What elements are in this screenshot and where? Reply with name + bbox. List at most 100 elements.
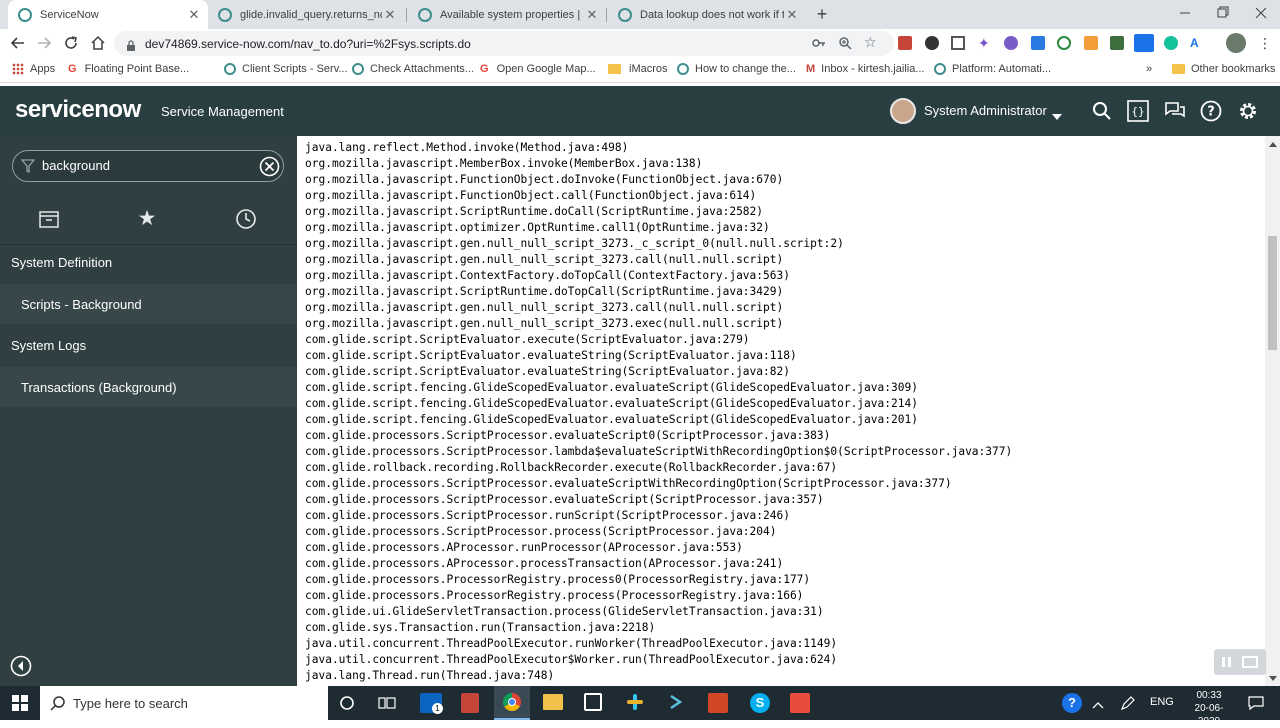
chrome-icon (503, 693, 521, 711)
chrome-taskbar-button[interactable] (494, 686, 530, 720)
store-icon[interactable] (584, 693, 602, 711)
extension-icon[interactable] (1057, 36, 1071, 50)
slack-icon[interactable] (626, 693, 644, 711)
bookmark-item[interactable]: Platform: Automati... (934, 63, 1051, 75)
powershell-icon[interactable] (668, 693, 686, 711)
help-icon[interactable]: ? (1200, 100, 1222, 122)
key-icon[interactable] (812, 36, 826, 50)
zoom-icon[interactable] (838, 36, 852, 50)
new-extension-icon[interactable] (1134, 34, 1154, 52)
script-output-frame: java.lang.reflect.Method.invoke(Method.j… (297, 136, 1280, 686)
file-explorer-icon[interactable] (543, 694, 563, 710)
browser-tab-data-lookup[interactable]: Data lookup does not work if the ✕ (608, 0, 806, 29)
reload-icon[interactable] (63, 35, 79, 51)
bookmark-item[interactable]: G Floating Point Base... (68, 63, 189, 75)
bookmark-item[interactable]: Client Scripts - Serv... (224, 63, 348, 75)
extension-icon[interactable] (1110, 36, 1124, 50)
nav-section-system-logs[interactable]: System Logs (0, 329, 297, 363)
user-menu[interactable]: System Administrator (924, 103, 1047, 118)
collapse-navigator-icon[interactable] (10, 655, 32, 677)
notifications-icon[interactable] (1248, 695, 1264, 711)
taskbar-search-box[interactable]: Type here to search (40, 686, 328, 720)
script-debugger-icon[interactable]: {} (1127, 100, 1149, 122)
extension-icon[interactable] (951, 36, 965, 50)
history-clock-icon[interactable] (235, 208, 257, 230)
browser-tab-system-properties[interactable]: Available system properties | Ser ✕ (408, 0, 606, 29)
bookmarks-overflow-button[interactable]: » (1146, 63, 1152, 75)
caret-down-icon[interactable] (1052, 107, 1062, 120)
lock-icon[interactable] (126, 38, 136, 51)
vertical-scrollbar[interactable] (1265, 136, 1280, 686)
extension-icon[interactable] (1031, 36, 1045, 50)
browser-tab-servicenow[interactable]: ServiceNow ✕ (8, 0, 208, 29)
log-line: com.glide.processors.ProcessorRegistry.p… (305, 573, 811, 586)
language-indicator[interactable]: ENG (1150, 696, 1174, 708)
windows-start-icon[interactable] (12, 695, 28, 711)
search-icon[interactable] (1092, 101, 1112, 121)
clear-filter-icon[interactable] (259, 156, 280, 177)
pen-icon[interactable] (1120, 695, 1136, 711)
back-arrow-icon[interactable] (10, 35, 26, 51)
close-icon[interactable]: ✕ (584, 7, 600, 23)
home-icon[interactable] (90, 35, 106, 51)
avatar[interactable] (890, 98, 916, 124)
favorites-star-icon[interactable]: ★ (136, 208, 158, 230)
url-text[interactable]: dev74869.service-now.com/nav_to.do?uri=%… (145, 37, 471, 51)
close-icon[interactable]: ✕ (784, 7, 800, 23)
bookmark-item[interactable]: iMacros (608, 63, 668, 75)
scrollbar-thumb[interactable] (1268, 236, 1277, 350)
kebab-menu-icon[interactable]: ⋮ (1258, 35, 1272, 51)
grammarly-icon[interactable] (1164, 36, 1178, 50)
bookmark-label: iMacros (629, 63, 668, 75)
nav-item-transactions-background[interactable]: Transactions (Background) (0, 367, 297, 407)
close-icon[interactable]: ✕ (382, 7, 398, 23)
nav-item-scripts-background[interactable]: Scripts - Background (0, 284, 297, 324)
other-bookmarks[interactable]: Other bookmarks (1172, 63, 1275, 75)
bookmark-item[interactable]: Check Attachments... (352, 63, 474, 75)
snagit-icon[interactable] (790, 693, 810, 713)
new-tab-button[interactable]: + (812, 4, 832, 24)
pdf-extension-icon[interactable] (898, 36, 912, 50)
window-close-icon[interactable] (1252, 4, 1270, 22)
scroll-up-arrow-icon[interactable] (1269, 142, 1277, 147)
bookmark-item[interactable]: How to change the... (677, 63, 796, 75)
outlook-icon[interactable]: 1 (420, 693, 443, 714)
tab-title: ServiceNow (40, 8, 99, 21)
minimize-icon[interactable] (1176, 4, 1194, 22)
task-view-icon[interactable] (378, 695, 396, 711)
connect-chat-icon[interactable] (1164, 101, 1186, 121)
profile-avatar[interactable] (1226, 33, 1246, 53)
bookmark-item[interactable]: G Open Google Map... (480, 63, 596, 75)
extension-icon[interactable] (1084, 36, 1098, 50)
all-applications-icon[interactable] (38, 208, 60, 230)
log-line: com.glide.processors.ScriptProcessor.eva… (305, 493, 824, 506)
browser-tab-invalid-query[interactable]: glide.invalid_query.returns_no_ro ✕ (208, 0, 404, 29)
nav-section-system-definition[interactable]: System Definition (0, 246, 297, 280)
extension-icon[interactable] (925, 36, 939, 50)
navigator-filter[interactable]: background (12, 150, 284, 182)
taskbar-clock[interactable]: 00:33 20-06-2020 (1184, 689, 1234, 728)
chevron-up-icon[interactable] (1092, 697, 1104, 709)
bookmark-label: Client Scripts - Serv... (242, 63, 348, 75)
scroll-down-arrow-icon[interactable] (1269, 676, 1277, 681)
powerpoint-icon[interactable] (708, 693, 728, 713)
bookmark-apps[interactable]: Apps (12, 63, 55, 75)
star-bookmark-icon[interactable]: ☆ (864, 35, 879, 50)
gear-icon[interactable] (1237, 100, 1259, 122)
forward-arrow-icon[interactable] (36, 35, 52, 51)
restore-icon[interactable] (1213, 4, 1231, 22)
extension-icon[interactable]: A (1190, 36, 1204, 50)
close-icon[interactable]: ✕ (186, 7, 202, 23)
extension-icon[interactable] (1004, 36, 1018, 50)
skype-icon[interactable]: S (750, 693, 770, 713)
acrobat-icon[interactable] (461, 693, 479, 713)
video-overlay-controls[interactable] (1214, 649, 1266, 675)
servicenow-logo[interactable]: servicenow (15, 96, 141, 124)
bookmark-item[interactable]: M Inbox - kirtesh.jailia... (806, 63, 925, 75)
help-tray-icon[interactable]: ? (1062, 693, 1082, 713)
extension-icon[interactable]: ✦ (978, 36, 992, 50)
address-bar[interactable]: dev74869.service-now.com/nav_to.do?uri=%… (114, 31, 894, 56)
tab-separator (606, 8, 607, 22)
cortana-icon[interactable] (339, 695, 355, 711)
filter-input[interactable]: background (42, 158, 110, 173)
